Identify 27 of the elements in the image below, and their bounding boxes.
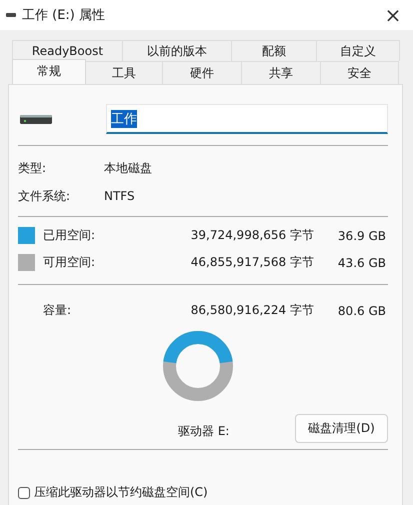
- checkbox-label: 压缩此驱动器以节约磁盘空间(C): [34, 484, 208, 501]
- tab[interactable]: 安全: [320, 61, 399, 84]
- size-value: 80.6 GB: [336, 304, 386, 318]
- field-value: NTFS: [104, 189, 135, 203]
- byte-count: 39,724,998,656 字节: [190, 227, 314, 244]
- tab[interactable]: 常规: [12, 59, 86, 84]
- size-value: 36.9 GB: [336, 228, 386, 242]
- window-title: 工作 (E:) 属性: [22, 7, 106, 24]
- tab[interactable]: ReadyBoost: [12, 40, 123, 61]
- drive-icon: [6, 13, 16, 17]
- disk-usage-donut: [163, 331, 233, 401]
- space-label: 可用空间:: [43, 254, 96, 271]
- hard-drive-icon: [20, 114, 52, 124]
- drive-label: 驱动器 E:: [178, 423, 230, 440]
- field-value: 本地磁盘: [104, 160, 152, 176]
- size-value: 43.6 GB: [336, 256, 386, 270]
- name-field[interactable]: 工作: [106, 104, 388, 134]
- byte-count: 86,580,916,224 字节: [190, 302, 314, 319]
- disk-cleanup-button[interactable]: 磁盘清理(D): [295, 414, 388, 443]
- close-button[interactable]: ×: [373, 3, 413, 27]
- byte-count: 46,855,917,568 字节: [190, 254, 314, 271]
- field-label: 类型:: [18, 160, 48, 176]
- checkbox[interactable]: [18, 486, 30, 498]
- space-label: 已用空间:: [43, 227, 96, 244]
- tab[interactable]: 自定义: [316, 40, 400, 61]
- capacity-label: 容量:: [43, 302, 72, 319]
- field-label: 文件系统:: [18, 188, 72, 204]
